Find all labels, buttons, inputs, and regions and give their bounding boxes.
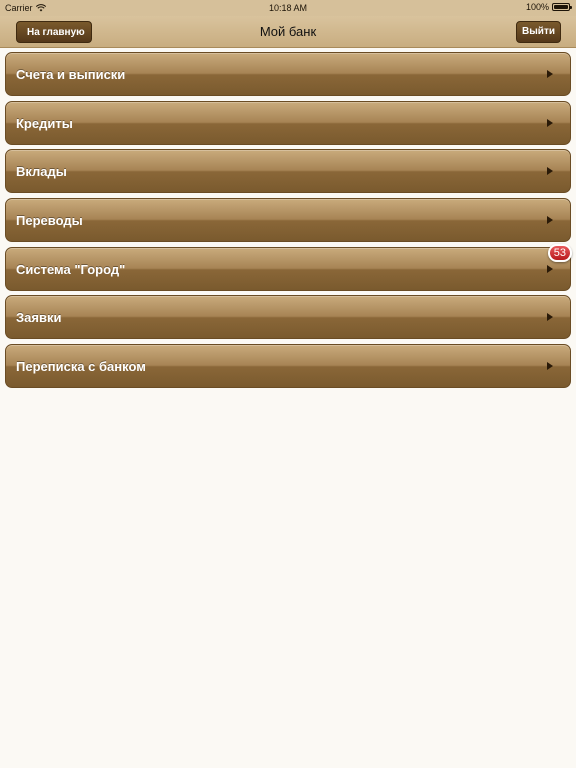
chevron-right-icon — [547, 70, 553, 78]
clock: 10:18 AM — [268, 3, 308, 13]
status-right: 100% — [525, 2, 572, 12]
main-menu: Счета и выписки Кредиты Вклады Переводы … — [5, 52, 572, 393]
navigation-bar: На главную Мой банк Выйти — [0, 16, 576, 48]
menu-item-label: Вклады — [16, 164, 67, 180]
menu-item-transfers[interactable]: Переводы — [5, 198, 571, 243]
chevron-right-icon — [547, 167, 553, 176]
menu-item-label: Кредиты — [16, 115, 73, 131]
status-bar: Carrier 10:18 AM 100% — [0, 0, 576, 16]
chevron-right-icon — [547, 216, 553, 225]
menu-item-deposits[interactable]: Вклады — [5, 149, 571, 194]
menu-item-label: Счета и выписки — [16, 67, 126, 82]
battery-fill — [554, 5, 568, 9]
menu-item-gorod-system[interactable]: Система "Город" 53 — [5, 243, 572, 291]
chevron-right-icon — [547, 362, 553, 371]
menu-item-label: Заявки — [16, 310, 62, 326]
menu-item-label: Система "Город" — [16, 261, 126, 277]
notification-badge: 53 — [547, 243, 572, 262]
back-button-label: На главную — [27, 27, 85, 38]
chevron-right-icon — [547, 118, 553, 127]
chevron-right-icon — [547, 313, 553, 322]
menu-item-label: Переписка с банком — [16, 359, 146, 375]
menu-item-bank-messages[interactable]: Переписка с банком — [5, 344, 571, 389]
chevron-right-icon — [547, 264, 553, 273]
menu-item-accounts[interactable]: Счета и выписки — [5, 52, 571, 96]
logout-button[interactable]: Выйти — [516, 21, 561, 43]
page-title: Мой банк — [259, 24, 317, 39]
battery-percent: 100% — [525, 2, 549, 12]
menu-item-credits[interactable]: Кредиты — [5, 100, 571, 145]
menu-item-applications[interactable]: Заявки — [5, 295, 571, 340]
menu-item-label: Переводы — [16, 213, 83, 229]
battery-icon — [552, 3, 572, 11]
